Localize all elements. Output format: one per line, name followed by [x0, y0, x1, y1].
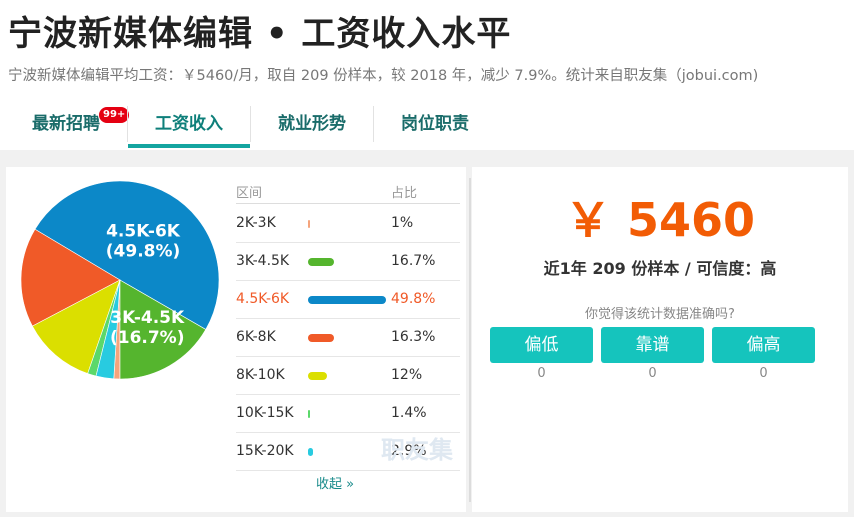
tab-responsibilities[interactable]: 岗位职责 — [374, 104, 496, 148]
percent-label: 12% — [391, 367, 423, 383]
pie-label: 3K-4.5K — [110, 308, 185, 328]
sample-info: 近1年 209 份样本 / 可信度：高 — [543, 259, 777, 278]
salary-pie-chart: 4.5K-6K(49.8%) 3K-4.5K(16.7%) — [20, 180, 220, 380]
table-row: 4.5K-6K 49.8% — [236, 281, 460, 319]
notification-badge: 99+ — [98, 106, 131, 124]
range-column-header: 区间 — [236, 186, 263, 201]
vote-accurate-count: 0 — [648, 366, 657, 381]
percent-column-header: 占比 — [391, 186, 418, 201]
vote-low-count: 0 — [537, 366, 546, 381]
percent-bar — [308, 220, 310, 228]
page-title: 宁波新媒体编辑 • 工资收入水平 — [8, 14, 512, 54]
tab-label: 工资收入 — [155, 114, 223, 134]
percent-label: 16.7% — [391, 253, 436, 269]
percent-label: 1% — [391, 215, 414, 231]
table-header: 区间 占比 — [236, 180, 460, 204]
page-subtitle: 宁波新媒体编辑平均工资：￥5460/月，取自 209 份样本，较 2018 年，… — [8, 68, 759, 84]
average-salary: ￥ 5460 — [564, 193, 756, 247]
range-label: 8K-10K — [236, 367, 285, 383]
vote-low-button[interactable]: 偏低 — [490, 327, 593, 363]
table-row: 3K-4.5K 16.7% — [236, 243, 460, 281]
range-label: 3K-4.5K — [236, 253, 290, 269]
percent-label: 1.4% — [391, 405, 427, 421]
range-label: 4.5K-6K — [236, 291, 290, 307]
accuracy-question: 你觉得该统计数据准确吗? — [585, 307, 735, 322]
percent-label: 16.3% — [391, 329, 436, 345]
tab-bar: 最新招聘 99+ 工资收入 就业形势 岗位职责 — [0, 104, 854, 148]
percent-bar — [308, 448, 313, 456]
range-label: 6K-8K — [236, 329, 276, 345]
range-label: 10K-15K — [236, 405, 294, 421]
tab-employment[interactable]: 就业形势 — [251, 104, 373, 148]
table-row: 6K-8K 16.3% — [236, 319, 460, 357]
tab-label: 就业形势 — [278, 114, 346, 134]
vote-high-button[interactable]: 偏高 — [712, 327, 815, 363]
pie-label: (16.7%) — [110, 328, 185, 348]
range-label: 15K-20K — [236, 443, 294, 459]
collapse-link[interactable]: 收起 » — [316, 473, 354, 492]
watermark: 职友集 — [381, 436, 453, 464]
percent-bar — [308, 258, 335, 266]
percent-bar — [308, 296, 386, 304]
tab-label: 最新招聘 — [32, 114, 100, 134]
table-row: 10K-15K 1.4% — [236, 395, 460, 433]
panel-divider — [469, 178, 471, 502]
percent-bar — [308, 410, 311, 418]
percent-bar — [308, 334, 334, 342]
vote-accurate-button[interactable]: 靠谱 — [601, 327, 704, 363]
percent-label: 49.8% — [391, 291, 436, 307]
table-row: 8K-10K 12% — [236, 357, 460, 395]
vote-high-count: 0 — [759, 366, 768, 381]
pie-label: (49.8%) — [106, 242, 181, 262]
pie-label: 4.5K-6K — [106, 222, 181, 242]
tab-label: 岗位职责 — [401, 114, 469, 134]
percent-bar — [308, 372, 327, 380]
tab-salary[interactable]: 工资收入 — [128, 104, 250, 148]
range-label: 2K-3K — [236, 215, 276, 231]
table-row: 2K-3K 1% — [236, 205, 460, 243]
